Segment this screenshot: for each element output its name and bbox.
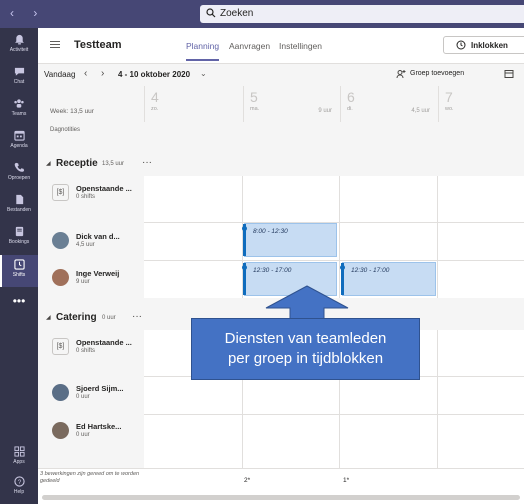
day-header: 6 di. 4,5 uur <box>340 86 438 122</box>
rail-item-activity[interactable]: Activiteit <box>0 30 38 62</box>
team-header: Testteam Planning Aanvragen Instellingen… <box>38 28 524 64</box>
file-icon <box>15 194 23 205</box>
schedule-footer: 3 bewerkingen zijn gereed om te worden g… <box>38 468 524 504</box>
calendar-icon <box>13 130 25 141</box>
shift-block[interactable]: 8:00 - 12:30 <box>242 223 337 257</box>
rail-item-teams[interactable]: Teams <box>0 94 38 126</box>
menu-icon[interactable] <box>50 41 60 50</box>
open-shifts-row[interactable]: [$] Openstaande ... 0 shifts <box>38 178 144 218</box>
group-header-receptie[interactable]: ◢ Receptie 13,5 uur ··· <box>38 154 524 174</box>
search-icon <box>206 8 216 18</box>
view-options-icon[interactable] <box>504 69 514 79</box>
collapse-icon[interactable]: ◢ <box>46 160 51 167</box>
chevron-down-icon[interactable]: ⌄ <box>200 69 207 78</box>
more-apps-icon[interactable]: ••• <box>0 294 38 308</box>
day-header: 5 ma. 9 uur <box>243 86 340 122</box>
avatar <box>52 269 69 286</box>
rail-item-chat[interactable]: Chat <box>0 62 38 94</box>
history-nav[interactable]: ‹ › <box>10 6 45 20</box>
rail-item-calendar[interactable]: Agenda <box>0 126 38 158</box>
schedule-toolbar: Vandaag ‹ › 4 - 10 oktober 2020 ⌄ Groep … <box>38 64 524 86</box>
clock-icon <box>456 40 466 50</box>
date-range-picker[interactable]: 4 - 10 oktober 2020 <box>118 70 190 79</box>
team-title: Testteam <box>74 39 122 51</box>
rail-item-help[interactable]: ? Help <box>0 472 38 504</box>
callout-arrow <box>265 285 349 320</box>
svg-text:?: ? <box>17 479 21 486</box>
teams-icon <box>14 99 24 108</box>
search-box[interactable]: Zoeken <box>200 5 524 23</box>
next-week-icon[interactable]: › <box>101 68 104 79</box>
horizontal-scrollbar[interactable] <box>42 495 520 500</box>
clock-in-button[interactable]: Inklokken <box>443 36 524 54</box>
day-notes-label[interactable]: Dagnotities <box>50 127 80 133</box>
add-group-icon <box>396 70 406 79</box>
tab-planning[interactable]: Planning <box>186 41 220 61</box>
open-shifts-icon: [$] <box>52 184 69 201</box>
pending-edits-note: 3 bewerkingen zijn gereed om te worden g… <box>40 471 140 484</box>
open-shifts-icon: [$] <box>52 338 69 355</box>
rail-item-calls[interactable]: Oproepen <box>0 158 38 190</box>
shifts-icon <box>13 259 25 270</box>
avatar <box>52 384 69 401</box>
bell-icon <box>14 34 24 45</box>
bookings-icon <box>15 226 23 237</box>
open-shifts-row[interactable]: [$] Openstaande ... 0 shifts <box>38 332 144 372</box>
day-header: 4 zo. <box>144 86 243 122</box>
member-row[interactable]: Inge Verweij 9 uur <box>38 263 144 303</box>
rail-item-apps[interactable]: Apps <box>0 442 38 474</box>
collapse-icon[interactable]: ◢ <box>46 314 51 321</box>
day-edit-count: 2* <box>244 477 251 484</box>
callout-line: Diensten van teamleden <box>224 330 387 347</box>
member-row[interactable]: Ed Hartske... 0 uur <box>38 416 144 456</box>
member-row[interactable]: Sjoerd Sijm... 0 uur <box>38 378 144 418</box>
tab-settings[interactable]: Instellingen <box>279 41 322 51</box>
more-options-icon[interactable]: ··· <box>142 157 152 168</box>
avatar <box>52 232 69 249</box>
search-input[interactable]: Zoeken <box>220 8 253 19</box>
apps-icon <box>13 446 25 457</box>
today-button[interactable]: Vandaag <box>44 70 75 79</box>
help-icon: ? <box>13 476 25 487</box>
member-row[interactable]: Dick van d... 4,5 uur <box>38 226 144 266</box>
week-hours: Week: 13,5 uur <box>50 108 94 115</box>
top-bar: ‹ › Zoeken <box>0 0 524 28</box>
callout-line: per groep in tijdblokken <box>227 350 384 367</box>
day-edit-count: 1* <box>343 477 350 484</box>
tab-requests[interactable]: Aanvragen <box>229 41 270 51</box>
add-group-button[interactable]: Groep toevoegen <box>396 70 464 79</box>
rail-item-bookings[interactable]: Bookings <box>0 222 38 254</box>
rail-item-shifts[interactable]: Shifts <box>0 255 38 287</box>
phone-icon <box>14 162 24 172</box>
rail-item-files[interactable]: Bestanden <box>0 190 38 222</box>
previous-week-icon[interactable]: ‹ <box>84 68 87 79</box>
app-rail: Activiteit Chat Teams Agenda Oproepen Be… <box>0 28 38 504</box>
more-options-icon[interactable]: ··· <box>132 311 142 322</box>
chat-icon <box>14 67 24 76</box>
avatar <box>52 422 69 439</box>
day-header: 7 wo. <box>438 86 524 122</box>
shift-block[interactable]: 12:30 - 17:00 <box>340 262 436 296</box>
callout-box: Diensten van teamleden per groep in tijd… <box>191 318 420 380</box>
